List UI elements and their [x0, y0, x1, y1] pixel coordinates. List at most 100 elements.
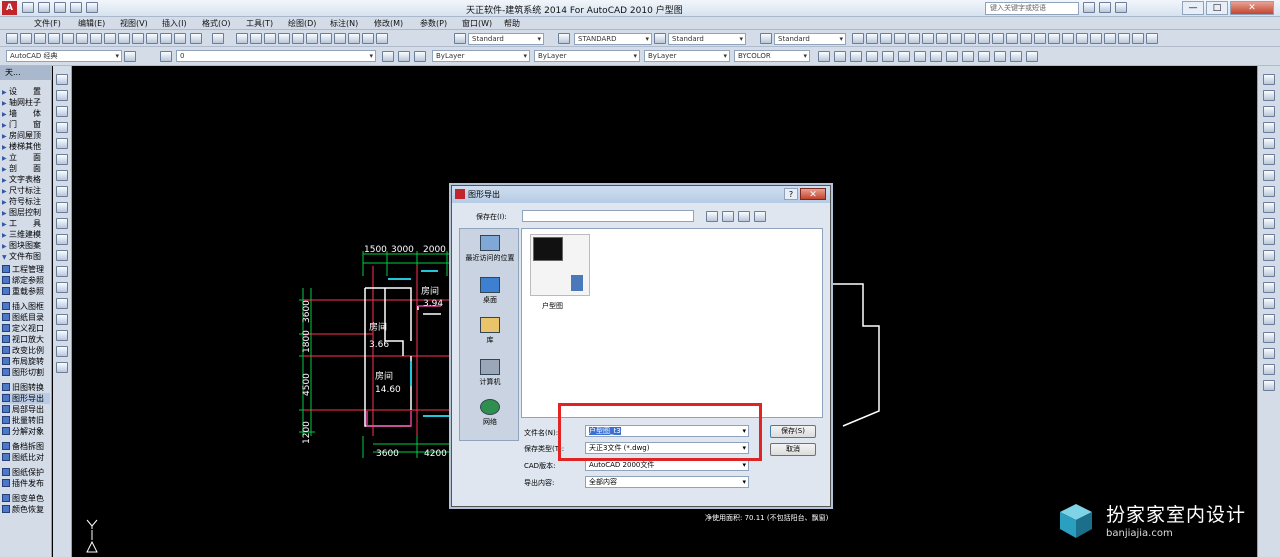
tz-layer-tool-8-icon[interactable]	[930, 51, 942, 62]
place-libraries[interactable]: 库	[462, 317, 518, 345]
zoom-window-icon[interactable]	[264, 33, 276, 44]
menu-item-elevation[interactable]: ▶ 立 面	[2, 152, 50, 163]
help-icon[interactable]	[376, 33, 388, 44]
submenu-partial-export[interactable]: 局部导出	[2, 404, 50, 415]
tz-layer-tool-7-icon[interactable]	[914, 51, 926, 62]
tianzheng-tool-8-icon[interactable]	[950, 33, 962, 44]
tz-layer-tool-11-icon[interactable]	[978, 51, 990, 62]
join-icon[interactable]	[1263, 266, 1275, 277]
table-style-icon[interactable]	[654, 33, 666, 44]
menu-item-text-table[interactable]: ▶ 文字表格	[2, 174, 50, 185]
save-in-select[interactable]	[522, 210, 694, 222]
maximize-button[interactable]: □	[1206, 1, 1228, 15]
submenu-viewport-zoom[interactable]: 视口放大	[2, 334, 50, 345]
layer-manager-icon[interactable]	[160, 51, 172, 62]
calculator-icon[interactable]	[362, 33, 374, 44]
tianzheng-tool-18-icon[interactable]	[1090, 33, 1102, 44]
menu-item-layer-control[interactable]: ▶ 图层控制	[2, 207, 50, 218]
explode-icon[interactable]	[1263, 314, 1275, 325]
properties-icon[interactable]	[292, 33, 304, 44]
tianzheng-tool-10-icon[interactable]	[978, 33, 990, 44]
dim-aligned-icon[interactable]	[1263, 348, 1275, 359]
dim-style-select[interactable]: STANDARD	[574, 33, 652, 45]
submenu-monochrome[interactable]: 图变单色	[2, 493, 50, 504]
preview-icon[interactable]	[62, 33, 74, 44]
trim-icon[interactable]	[1263, 218, 1275, 229]
rotate-icon[interactable]	[1263, 170, 1275, 181]
plotstyle-select[interactable]: BYCOLOR	[734, 50, 810, 62]
gradient-icon[interactable]	[56, 314, 68, 325]
multiline-text-icon[interactable]	[56, 362, 68, 373]
place-desktop[interactable]: 桌面	[462, 277, 518, 305]
copy-icon[interactable]	[132, 33, 144, 44]
place-network[interactable]: 网络	[462, 399, 518, 427]
dim-angular-icon[interactable]	[1263, 380, 1275, 391]
erase-icon[interactable]	[1263, 74, 1275, 85]
menu-item-file-layout[interactable]: ▼ 文件布图	[2, 251, 50, 262]
open-icon[interactable]	[20, 33, 32, 44]
undo-icon[interactable]	[70, 2, 82, 13]
menu-modify[interactable]: 修改(M)	[374, 18, 403, 29]
close-window-button[interactable]: ✕	[1230, 1, 1274, 15]
tianzheng-tool-12-icon[interactable]	[1006, 33, 1018, 44]
export-content-select[interactable]: 全部内容	[585, 476, 749, 488]
text-style-icon[interactable]	[454, 33, 466, 44]
tz-layer-tool-1-icon[interactable]	[818, 51, 830, 62]
mirror-icon[interactable]	[1263, 106, 1275, 117]
minimize-button[interactable]: —	[1182, 1, 1204, 15]
tz-layer-tool-2-icon[interactable]	[834, 51, 846, 62]
save-button[interactable]: 保存(S)	[770, 425, 816, 438]
workspace-select[interactable]: AutoCAD 经典	[6, 50, 122, 62]
submenu-project-management[interactable]: 工程管理	[2, 264, 50, 275]
tz-layer-tool-4-icon[interactable]	[866, 51, 878, 62]
tianzheng-tool-11-icon[interactable]	[992, 33, 1004, 44]
tz-layer-tool-14-icon[interactable]	[1026, 51, 1038, 62]
menu-item-room-roof[interactable]: ▶ 房间屋顶	[2, 130, 50, 141]
menu-tools[interactable]: 工具(T)	[246, 18, 273, 29]
menu-format[interactable]: 格式(O)	[202, 18, 231, 29]
region-icon[interactable]	[56, 330, 68, 341]
menu-edit[interactable]: 编辑(E)	[78, 18, 105, 29]
offset-icon[interactable]	[1263, 122, 1275, 133]
fillet-icon[interactable]	[1263, 298, 1275, 309]
submenu-drawing-index[interactable]: 图纸目录	[2, 312, 50, 323]
mleader-style-icon[interactable]	[760, 33, 772, 44]
polyline-icon[interactable]	[56, 106, 68, 117]
submenu-drawing-cut[interactable]: 图形切割	[2, 367, 50, 378]
cancel-button[interactable]: 取消	[770, 443, 816, 456]
tianzheng-tool-4-icon[interactable]	[894, 33, 906, 44]
submenu-insert-frame[interactable]: 插入图框	[2, 301, 50, 312]
binoculars-icon[interactable]	[1083, 2, 1095, 13]
table-style-select[interactable]: Standard	[668, 33, 746, 45]
tianzheng-tool-2-icon[interactable]	[866, 33, 878, 44]
polygon-icon[interactable]	[56, 122, 68, 133]
spline-icon[interactable]	[56, 202, 68, 213]
revision-cloud-icon[interactable]	[56, 186, 68, 197]
place-computer[interactable]: 计算机	[462, 359, 518, 387]
construction-line-icon[interactable]	[56, 90, 68, 101]
sheet-set-icon[interactable]	[334, 33, 346, 44]
menu-item-blocks-hatches[interactable]: ▶ 图块图案	[2, 240, 50, 251]
lineweight-select[interactable]: ByLayer	[644, 50, 730, 62]
menu-insert[interactable]: 插入(I)	[162, 18, 187, 29]
tianzheng-tool-1-icon[interactable]	[852, 33, 864, 44]
qnew-icon[interactable]	[6, 33, 18, 44]
point-icon[interactable]	[56, 282, 68, 293]
submenu-bind-xref[interactable]: 绑定参照	[2, 275, 50, 286]
zoom-realtime-icon[interactable]	[250, 33, 262, 44]
tianzheng-tool-21-icon[interactable]	[1132, 33, 1144, 44]
tianzheng-tool-6-icon[interactable]	[922, 33, 934, 44]
up-folder-icon[interactable]	[722, 211, 734, 222]
help-icon[interactable]	[1115, 2, 1127, 13]
view-menu-icon[interactable]	[754, 211, 766, 222]
menu-item-axis-column[interactable]: ▶ 轴网柱子	[2, 97, 50, 108]
submenu-layout-rotate[interactable]: 布局旋转	[2, 356, 50, 367]
new-file-icon[interactable]	[22, 2, 34, 13]
menu-file[interactable]: 文件(F)	[34, 18, 61, 29]
ellipse-arc-icon[interactable]	[56, 234, 68, 245]
workspace-settings-icon[interactable]	[124, 51, 136, 62]
tianzheng-tool-14-icon[interactable]	[1034, 33, 1046, 44]
rectangle-icon[interactable]	[56, 138, 68, 149]
insert-block-icon[interactable]	[56, 250, 68, 261]
hatch-icon[interactable]	[56, 298, 68, 309]
